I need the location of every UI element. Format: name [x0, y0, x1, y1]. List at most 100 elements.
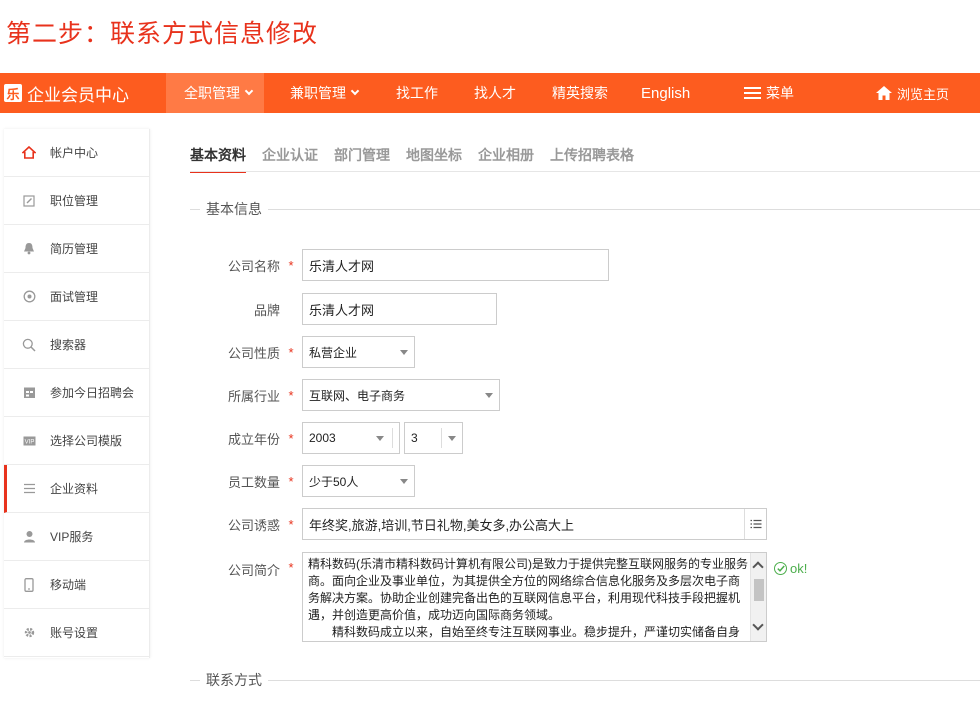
company-nature-value: 私营企业 [309, 345, 358, 360]
user-icon [22, 530, 36, 544]
search-icon [22, 338, 36, 352]
sidebar-item-template[interactable]: VIP 选择公司模版 [4, 417, 149, 465]
brand-name: 企业会员中心 [27, 85, 129, 105]
nav-find-job-label: 找工作 [396, 85, 438, 101]
perks-picker-button[interactable] [744, 509, 766, 539]
sidebar-item-resumes[interactable]: 简历管理 [4, 225, 149, 273]
profile-tabs: 基本资料 企业认证 部门管理 地图坐标 企业相册 上传招聘表格 [190, 145, 650, 173]
tab-upload-forms[interactable]: 上传招聘表格 [550, 145, 634, 173]
section-basic-info-title: 基本信息 [206, 201, 262, 217]
company-nature-select[interactable]: 私营企业 [302, 336, 415, 368]
sidebar-item-settings[interactable]: 账号设置 [4, 609, 149, 657]
divider [392, 428, 393, 448]
nav-menu-label: 菜单 [766, 85, 794, 101]
brand-logo: 乐 [4, 84, 22, 102]
nav-browse-home[interactable]: 浏览主页 [875, 73, 950, 113]
sidebar-item-label: VIP服务 [50, 530, 94, 544]
intro-valid-text: ok! [790, 561, 808, 576]
sidebar-item-label: 账号设置 [50, 626, 99, 640]
perks-input[interactable]: 年终奖,旅游,培训,节日礼物,美女多,办公高大上 [302, 508, 767, 540]
perks-value: 年终奖,旅游,培训,节日礼物,美女多,办公高大上 [309, 517, 575, 533]
clock-icon [22, 290, 36, 304]
sidebar-item-company-profile[interactable]: 企业资料 [4, 465, 149, 513]
founded-year-select[interactable]: 2003 [302, 422, 400, 454]
section-basic-info: 基本信息 [190, 199, 980, 219]
home-icon [22, 146, 36, 160]
intro-scrollbar[interactable] [750, 553, 766, 641]
row-founded: 成立年份 * 2003 3 [190, 422, 463, 454]
caret-down-icon [376, 435, 384, 441]
divider [268, 208, 980, 210]
nav-parttime[interactable]: 兼职管理 [264, 73, 370, 113]
scroll-thumb[interactable] [754, 579, 764, 601]
sidebar-item-interviews[interactable]: 面试管理 [4, 273, 149, 321]
sidebar-item-job-fair[interactable]: 参加今日招聘会 [4, 369, 149, 417]
staff-count-select[interactable]: 少于50人 [302, 465, 415, 497]
nav-menu[interactable]: 菜单 [744, 73, 875, 113]
nav-fulltime-label: 全职管理 [184, 85, 240, 101]
caret-down-icon [448, 435, 456, 441]
divider [441, 428, 442, 448]
tab-departments[interactable]: 部门管理 [334, 145, 390, 173]
top-nav-bar: 乐 企业会员中心 全职管理 兼职管理 找工作 找人才 精英搜索 English … [0, 73, 980, 113]
row-brand: 品牌 * 乐清人才网 [190, 293, 497, 325]
industry-value: 互联网、电子商务 [309, 388, 406, 403]
nav-english[interactable]: English [611, 73, 744, 113]
sidebar-item-label: 选择公司模版 [50, 434, 123, 448]
sidebar-item-label: 移动端 [50, 578, 87, 592]
sidebar-item-searcher[interactable]: 搜索器 [4, 321, 149, 369]
industry-label: 所属行业 [227, 388, 280, 404]
brand-input[interactable]: 乐清人才网 [302, 293, 497, 325]
company-nature-label: 公司性质 [227, 345, 280, 361]
select-controls [433, 428, 456, 448]
tab-certification[interactable]: 企业认证 [262, 145, 318, 173]
sidebar-item-vip[interactable]: VIP服务 [4, 513, 149, 561]
sidebar-item-jobs[interactable]: 职位管理 [4, 177, 149, 225]
nav-find-job[interactable]: 找工作 [370, 73, 446, 113]
scroll-down-icon[interactable] [752, 619, 764, 631]
section-contact: 联系方式 [190, 670, 980, 690]
chevron-down-icon [350, 86, 360, 96]
required-mark: * [288, 430, 294, 446]
calendar-icon [22, 386, 36, 400]
perks-label: 公司诱惑 [227, 517, 280, 533]
sidebar-item-mobile[interactable]: 移动端 [4, 561, 149, 609]
list-icon [750, 519, 761, 529]
scroll-up-icon[interactable] [752, 561, 764, 573]
tab-basic-info[interactable]: 基本资料 [190, 145, 246, 173]
house-icon [875, 85, 893, 101]
nav-fulltime[interactable]: 全职管理 [166, 73, 264, 113]
intro-textarea[interactable]: 精科数码(乐清市精科数码计算机有限公司)是致力于提供完整互联网服务的专业服务商。… [302, 552, 767, 642]
founded-month-value: 3 [411, 431, 418, 445]
select-controls [368, 428, 393, 448]
required-mark: * [288, 257, 294, 273]
nav-elite-search[interactable]: 精英搜索 [522, 73, 611, 113]
edit-icon [22, 194, 36, 208]
check-circle-icon [774, 562, 787, 575]
divider [190, 679, 200, 681]
nav-find-talent[interactable]: 找人才 [446, 73, 522, 113]
sidebar-item-label: 简历管理 [50, 242, 99, 256]
nav-english-label: English [641, 84, 691, 102]
founded-year-value: 2003 [309, 431, 336, 445]
chevron-down-icon [244, 86, 254, 96]
intro-text: 精科数码(乐清市精科数码计算机有限公司)是致力于提供完整互联网服务的专业服务商。… [308, 557, 748, 639]
row-nature: 公司性质 * 私营企业 [190, 336, 415, 368]
required-mark-placeholder: * [280, 302, 302, 317]
industry-select[interactable]: 互联网、电子商务 [302, 379, 500, 411]
brand-label: 品牌 [253, 302, 280, 318]
brand[interactable]: 乐 企业会员中心 [0, 73, 166, 113]
nav-parttime-label: 兼职管理 [290, 85, 346, 101]
sidebar-item-account[interactable]: 帐户中心 [4, 129, 149, 177]
caret-down-icon [400, 349, 408, 355]
tab-album[interactable]: 企业相册 [478, 145, 534, 173]
tab-map-coordinates[interactable]: 地图坐标 [406, 145, 462, 173]
sidebar-item-label: 职位管理 [50, 194, 99, 208]
caret-down-icon [485, 392, 493, 398]
row-perks: 公司诱惑 * 年终奖,旅游,培训,节日礼物,美女多,办公高大上 [190, 508, 767, 540]
sidebar-item-label: 搜索器 [50, 338, 87, 352]
founded-month-select[interactable]: 3 [404, 422, 463, 454]
company-name-input[interactable]: 乐清人才网 [302, 249, 609, 281]
list-icon [22, 482, 36, 496]
nav-find-talent-label: 找人才 [474, 85, 516, 101]
